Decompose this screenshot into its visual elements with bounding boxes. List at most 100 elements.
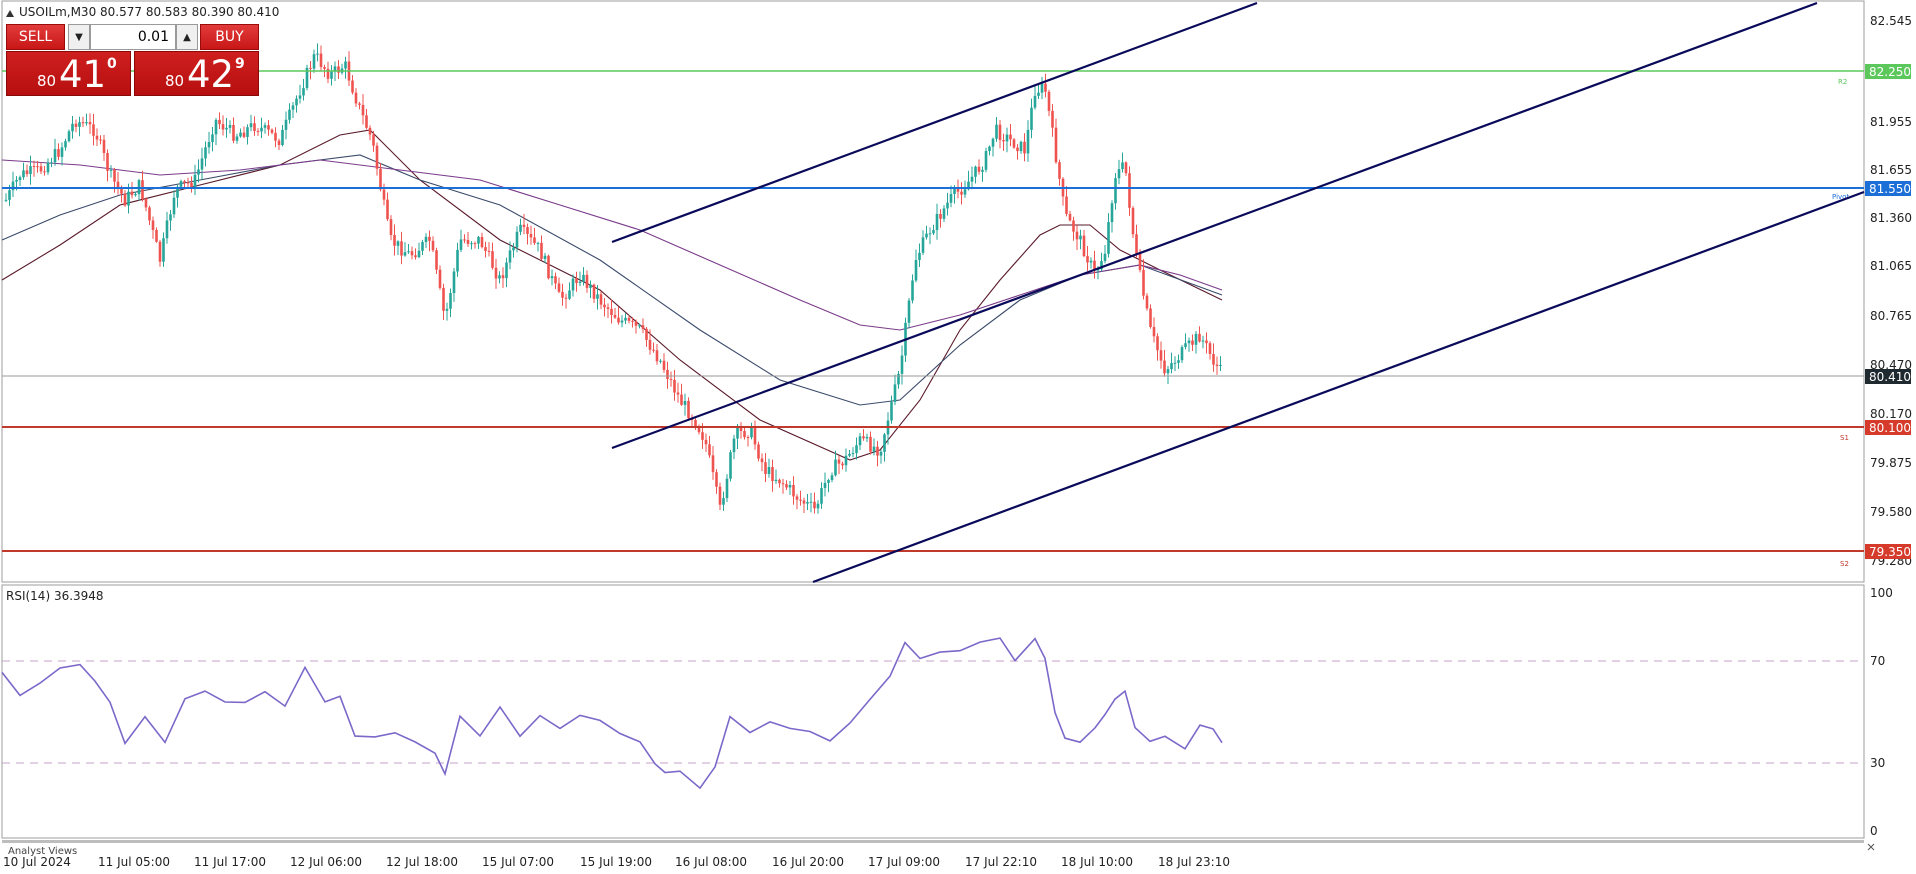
candle-body <box>95 135 99 140</box>
candle-body <box>190 182 193 188</box>
candle-body <box>809 501 813 503</box>
candle-body <box>29 166 32 175</box>
candle-body <box>4 199 8 201</box>
candle-body <box>316 53 319 55</box>
candle-body <box>435 250 438 270</box>
candle-body <box>60 147 64 157</box>
candle-body <box>403 252 407 256</box>
candle-body <box>939 213 942 219</box>
candle-body <box>183 181 186 183</box>
candle-body <box>669 379 673 381</box>
candle-body <box>197 169 200 175</box>
time-label: 18 Jul 23:10 <box>1158 855 1230 869</box>
candle-body <box>1044 83 1047 92</box>
candle-body <box>277 140 281 146</box>
candle-body <box>281 129 284 146</box>
price-tick: 80.765 <box>1870 309 1912 323</box>
candle-body <box>246 127 249 137</box>
price-tick: 81.360 <box>1870 211 1912 225</box>
candle-body <box>526 227 529 234</box>
buy-button[interactable]: BUY <box>200 24 259 50</box>
candle-body <box>242 132 246 137</box>
candle-body <box>88 122 92 125</box>
scroll-arrow-icon[interactable] <box>1867 843 1875 851</box>
candle-body <box>851 453 855 455</box>
candle-body <box>442 287 445 311</box>
channel-lower-line[interactable] <box>812 190 1865 584</box>
lot-decrease-button[interactable]: ▼ <box>68 24 90 50</box>
candle-body <box>638 325 641 327</box>
caret-down-icon: ▼ <box>75 31 83 43</box>
price-tick: 80.170 <box>1870 407 1912 421</box>
candle-body <box>1037 92 1040 96</box>
candle-body <box>540 242 543 259</box>
rsi-tick: 30 <box>1870 756 1885 770</box>
buy-price-button[interactable]: 80 42 9 <box>134 51 259 96</box>
candle-body <box>568 290 571 299</box>
candle-body <box>123 193 127 206</box>
candle-body <box>1145 295 1149 309</box>
candle-body <box>288 109 291 120</box>
channel-upper-line[interactable] <box>611 1 1258 244</box>
one-click-trading-panel: SELL ▼ 0.01 ▲ BUY 80 41 0 80 42 9 <box>6 24 259 96</box>
sell-button[interactable]: SELL <box>6 24 65 50</box>
candle-body <box>330 71 333 79</box>
candle-body <box>43 171 46 173</box>
candle-body <box>501 275 505 279</box>
moving-averages <box>1 129 1223 461</box>
caret-up-icon: ▲ <box>183 31 191 43</box>
candle-body <box>221 124 225 130</box>
candle-body <box>1079 235 1082 240</box>
sell-price-button[interactable]: 80 41 0 <box>6 51 131 96</box>
candle-body <box>344 61 347 69</box>
pivot-price-label: 81.550 <box>1869 182 1911 196</box>
candle-body <box>165 220 169 239</box>
candle-body <box>1103 253 1107 262</box>
current-price-label: 80.410 <box>1869 370 1911 384</box>
candle-body <box>354 92 358 104</box>
candle-body <box>473 243 477 245</box>
candle-body <box>323 67 326 69</box>
price-chart[interactable]: 82.545 81.955 81.655 81.360 81.065 80.76… <box>0 0 1916 874</box>
candle-body <box>634 321 638 326</box>
candle-body <box>263 125 267 128</box>
candle-body <box>970 176 974 182</box>
candle-body <box>214 119 218 135</box>
collapse-triangle-icon[interactable] <box>6 10 14 17</box>
candle-body <box>169 214 172 221</box>
lot-increase-button[interactable]: ▲ <box>176 24 198 50</box>
candle-body <box>186 182 190 184</box>
candle-body <box>676 392 680 395</box>
candle-body <box>641 325 645 329</box>
candle-body <box>592 284 596 299</box>
candle-body <box>351 80 354 93</box>
candle-body <box>193 174 197 188</box>
candle-body <box>645 328 648 340</box>
sell-price-fraction: 0 <box>107 56 117 72</box>
candle-body <box>480 236 484 248</box>
candle-body <box>557 283 561 292</box>
candle-body <box>102 139 106 154</box>
candle-body <box>151 220 155 230</box>
candle-body <box>914 260 918 281</box>
candle-body <box>872 446 876 452</box>
candle-body <box>655 350 659 362</box>
candle-body <box>225 127 228 130</box>
candle-body <box>389 219 393 235</box>
candle-body <box>67 131 71 142</box>
candle-body <box>494 267 498 279</box>
candle-body <box>834 459 837 476</box>
candle-body <box>417 250 421 258</box>
rsi-tick: 0 <box>1870 824 1878 838</box>
lot-size-input[interactable]: 0.01 <box>90 24 176 50</box>
candle-body <box>1128 173 1131 208</box>
candle-body <box>1107 222 1110 254</box>
candle-body <box>956 188 960 192</box>
candle-body <box>172 197 176 215</box>
channel-middle-line[interactable] <box>611 1 1818 450</box>
candle-body <box>883 434 886 452</box>
candle-body <box>130 191 134 196</box>
candle-body <box>421 242 424 251</box>
candle-body <box>337 66 340 73</box>
time-label: 15 Jul 19:00 <box>580 855 652 869</box>
